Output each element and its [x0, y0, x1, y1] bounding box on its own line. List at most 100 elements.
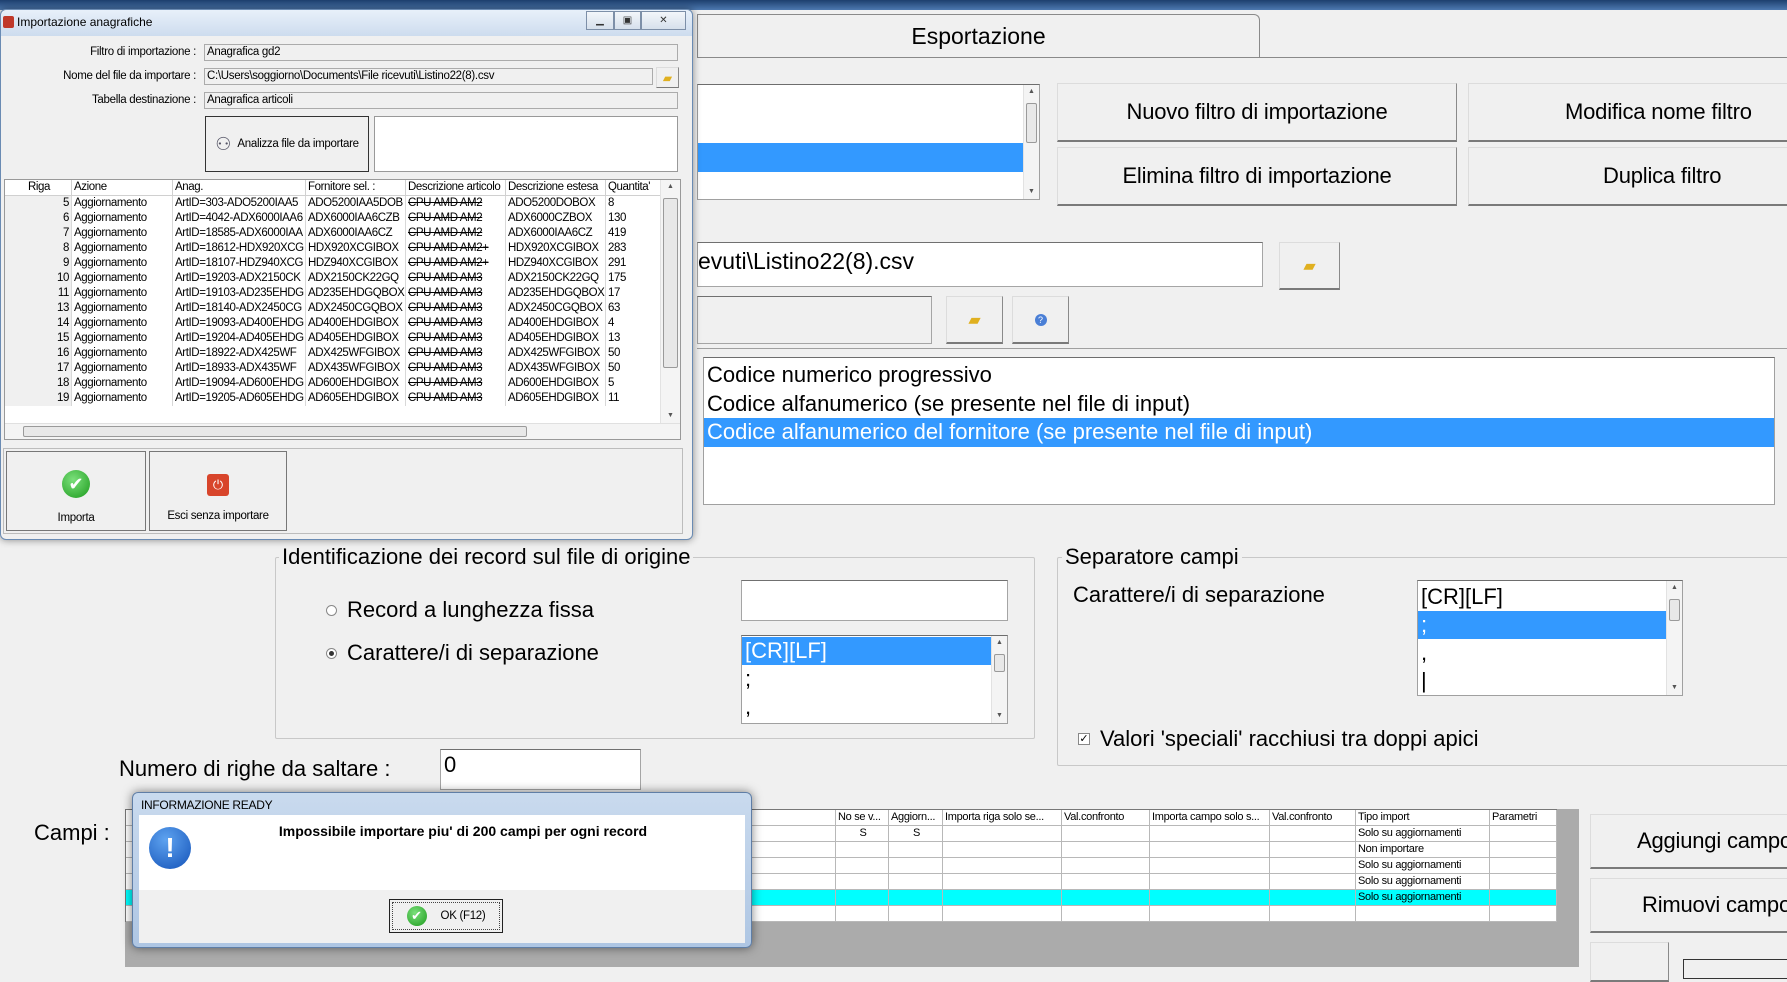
table-cell[interactable]: AD600EHDGIBOX — [306, 376, 406, 391]
table-cell[interactable]: ArtID=18140-ADX2450CG — [173, 301, 306, 316]
table-cell[interactable]: ADX2450CGQBOX — [306, 301, 406, 316]
table-cell[interactable]: ArtID=19204-AD405EHDG — [173, 331, 306, 346]
table-cell[interactable]: AD235EHDGQBOX — [506, 286, 606, 301]
table-cell[interactable]: Aggiornamento — [72, 271, 173, 286]
field-separator-scrollbar[interactable]: ▲ ▼ — [1666, 581, 1682, 695]
table-cell[interactable]: CPU AMD AM3 — [406, 316, 506, 331]
grid-cell[interactable] — [1270, 842, 1356, 858]
table-cell[interactable]: ADX425WFGIBOX — [306, 346, 406, 361]
grid-cell[interactable] — [889, 874, 943, 890]
table-cell[interactable]: ADX2150CK22GQ — [306, 271, 406, 286]
table-cell[interactable]: CPU AMD AM2 — [406, 196, 506, 211]
grid-cell[interactable] — [889, 842, 943, 858]
table-cell[interactable]: CPU AMD AM3 — [406, 391, 506, 406]
grid-cell[interactable] — [836, 906, 889, 922]
table-cell[interactable]: ADX6000IAA6CZ — [506, 226, 606, 241]
browse-folder-button[interactable]: ▰ — [946, 296, 1003, 344]
table-cell[interactable]: 63 — [606, 301, 661, 316]
preview-vscrollbar[interactable]: ▲ ▼ — [660, 180, 680, 423]
grid-cell[interactable] — [1490, 842, 1557, 858]
list-item[interactable]: , — [1418, 639, 1682, 667]
table-cell[interactable]: CPU AMD AM2+ — [406, 256, 506, 271]
table-cell[interactable]: CPU AMD AM3 — [406, 376, 506, 391]
table-cell[interactable]: Aggiornamento — [72, 211, 173, 226]
table-cell[interactable]: ArtID=19093-AD400EHDG — [173, 316, 306, 331]
table-cell[interactable]: 8 — [606, 196, 661, 211]
list-item[interactable]: , — [742, 693, 1007, 721]
grid-cell[interactable]: S — [889, 826, 943, 842]
table-cell[interactable]: AD400EHDGIBOX — [506, 316, 606, 331]
table-header-cell[interactable]: Riga — [5, 180, 72, 196]
record-separator-scrollbar[interactable]: ▲ ▼ — [991, 636, 1007, 723]
grid-cell[interactable] — [1150, 890, 1270, 906]
close-button[interactable]: ✕ — [641, 11, 686, 30]
remove-field-button[interactable]: Rimuovi campo — [1590, 878, 1787, 933]
table-header-cell[interactable]: Azione — [72, 180, 173, 196]
grid-cell[interactable] — [836, 842, 889, 858]
table-cell[interactable]: Aggiornamento — [72, 346, 173, 361]
table-cell[interactable]: ADX2150CK22GQ — [506, 271, 606, 286]
analyze-file-button[interactable]: ⚇ Analizza file da importare — [205, 116, 369, 172]
grid-cell[interactable] — [1490, 890, 1557, 906]
table-cell[interactable]: AD405EHDGIBOX — [306, 331, 406, 346]
table-cell[interactable]: ArtID=19203-ADX2150CK — [173, 271, 306, 286]
grid-cell[interactable] — [836, 858, 889, 874]
help-button[interactable]: ? — [1012, 296, 1069, 344]
grid-cell[interactable]: Non importare — [1356, 842, 1490, 858]
table-cell[interactable]: ADX2450CGQBOX — [506, 301, 606, 316]
grid-cell[interactable] — [1062, 906, 1150, 922]
tab-esportazione[interactable]: Esportazione — [697, 14, 1260, 58]
table-cell[interactable]: HDZ940XCGIBOX — [306, 256, 406, 271]
grid-cell[interactable]: Solo su aggiornamenti — [1356, 858, 1490, 874]
table-cell[interactable]: CPU AMD AM2 — [406, 226, 506, 241]
table-cell[interactable]: Aggiornamento — [72, 196, 173, 211]
grid-cell[interactable] — [1270, 858, 1356, 874]
grid-cell[interactable] — [1150, 826, 1270, 842]
table-cell[interactable]: 5 — [606, 376, 661, 391]
grid-cell[interactable] — [1150, 842, 1270, 858]
table-cell[interactable]: Aggiornamento — [72, 361, 173, 376]
filter-list-scrollbar[interactable]: ▲ ▼ — [1023, 85, 1039, 199]
grid-cell[interactable] — [1062, 842, 1150, 858]
table-header-cell[interactable]: Descrizione articolo — [406, 180, 506, 196]
list-item[interactable] — [698, 143, 1039, 172]
move-field-button[interactable] — [1590, 942, 1669, 982]
grid-cell[interactable] — [1270, 906, 1356, 922]
grid-cell[interactable] — [943, 874, 1062, 890]
quotes-checkbox-row[interactable]: ✓ Valori 'speciali' racchiusi tra doppi a… — [1078, 726, 1479, 752]
table-cell[interactable]: Aggiornamento — [72, 301, 173, 316]
table-cell[interactable]: 11 — [606, 391, 661, 406]
grid-cell[interactable]: Solo su aggiornamenti — [1356, 874, 1490, 890]
rename-filter-button[interactable]: Modifica nome filtro — [1468, 83, 1787, 142]
table-cell[interactable]: 130 — [606, 211, 661, 226]
table-header-cell[interactable]: Anag. — [173, 180, 306, 196]
code-type-list[interactable]: Codice numerico progressivo Codice alfanu… — [703, 357, 1775, 505]
grid-cell[interactable] — [1062, 826, 1150, 842]
table-cell[interactable]: 4 — [606, 316, 661, 331]
delete-filter-button[interactable]: Elimina filtro di importazione — [1057, 147, 1457, 206]
table-cell[interactable]: AD605EHDGIBOX — [506, 391, 606, 406]
duplicate-filter-button[interactable]: Duplica filtro — [1468, 147, 1787, 206]
grid-cell[interactable] — [1490, 858, 1557, 874]
table-cell[interactable]: Aggiornamento — [72, 391, 173, 406]
grid-cell[interactable] — [1150, 874, 1270, 890]
grid-cell[interactable] — [943, 890, 1062, 906]
table-cell[interactable]: 13 — [606, 331, 661, 346]
minimize-button[interactable]: ▁ — [586, 11, 614, 30]
list-item[interactable]: | — [1418, 667, 1682, 695]
grid-cell[interactable] — [836, 890, 889, 906]
grid-cell[interactable]: S — [836, 826, 889, 842]
table-cell[interactable]: Aggiornamento — [72, 316, 173, 331]
grid-cell[interactable] — [1150, 858, 1270, 874]
grid-cell[interactable] — [1356, 906, 1490, 922]
table-cell[interactable]: ArtID=4042-ADX6000IAA6 — [173, 211, 306, 226]
table-cell[interactable]: 283 — [606, 241, 661, 256]
table-cell[interactable]: ADX6000CZBOX — [506, 211, 606, 226]
grid-cell[interactable] — [889, 858, 943, 874]
grid-cell[interactable] — [1490, 874, 1557, 890]
table-cell[interactable]: CPU AMD AM3 — [406, 301, 506, 316]
table-cell[interactable]: Aggiornamento — [72, 226, 173, 241]
grid-cell[interactable] — [889, 890, 943, 906]
record-separator-list[interactable]: [CR][LF];, ▲ ▼ — [741, 635, 1008, 724]
grid-cell[interactable] — [1062, 858, 1150, 874]
